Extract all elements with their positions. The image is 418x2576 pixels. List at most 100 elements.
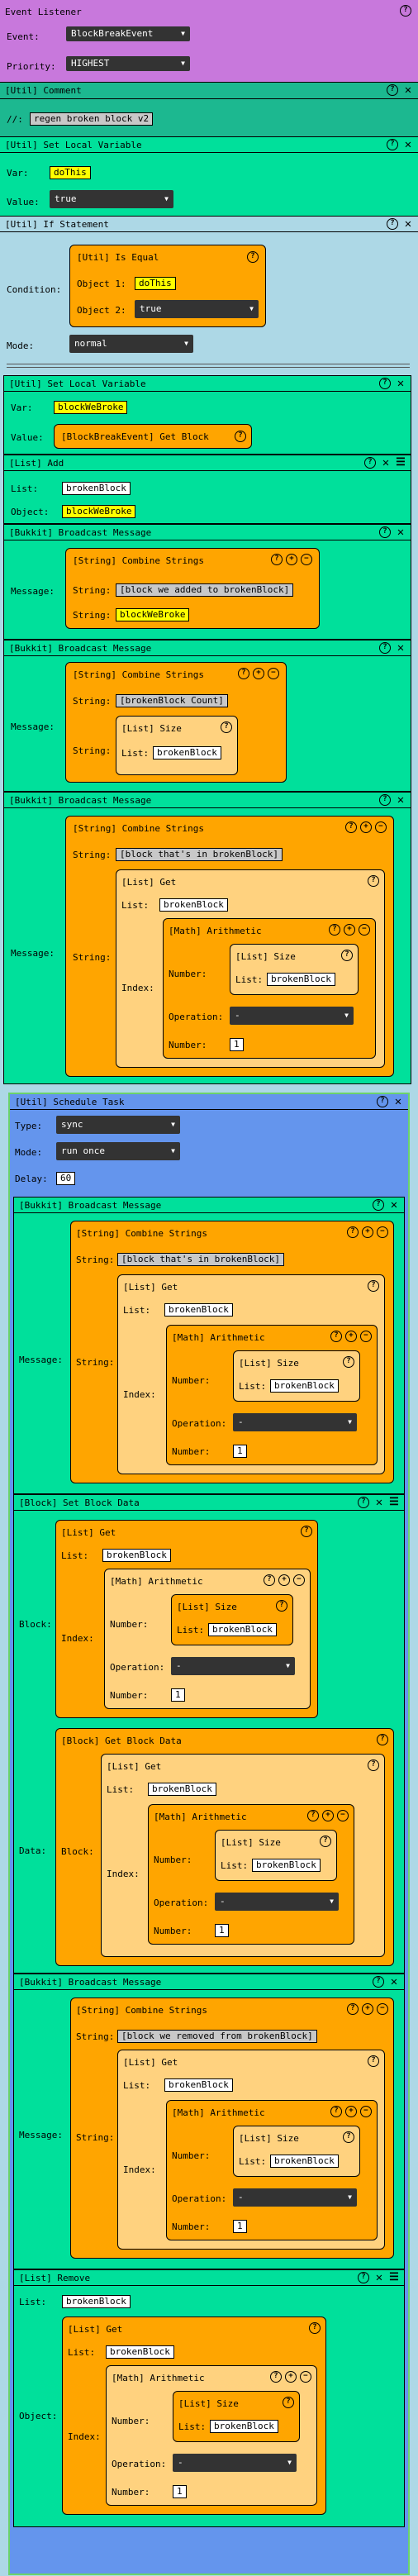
operation-select[interactable]: - ▼ [230,1007,354,1025]
help-icon[interactable]: ? [379,378,391,389]
help-icon[interactable]: ? [387,84,398,96]
add-icon[interactable]: + [278,1574,290,1586]
remove-icon[interactable]: − [377,1226,388,1238]
remove-icon[interactable]: − [301,554,312,565]
string-input[interactable]: [block we removed from brokenBlock] [117,2030,317,2043]
add-icon[interactable]: + [362,2003,373,2015]
list-input[interactable]: brokenBlock [62,482,131,495]
list-input[interactable]: brokenBlock [164,1303,233,1317]
help-icon[interactable]: ? [343,1356,354,1368]
var-input[interactable]: doThis [50,166,91,179]
close-icon[interactable]: ✕ [403,218,413,230]
help-icon[interactable]: ? [364,457,376,469]
string-input[interactable]: [brokenBlock Count] [116,694,228,707]
help-icon[interactable]: ? [283,2397,294,2408]
list-input[interactable]: brokenBlock [252,1859,321,1872]
string-input[interactable]: [block we added to brokenBlock] [116,583,294,597]
comment-input[interactable]: regen broken block v2 [30,112,154,126]
help-icon[interactable]: ? [221,721,232,733]
close-icon[interactable]: ✕ [389,1976,399,1988]
close-icon[interactable]: ✕ [381,457,391,469]
priority-select[interactable]: HIGHEST ▼ [66,56,190,71]
close-icon[interactable]: ✕ [374,1497,384,1508]
close-icon[interactable]: ✕ [396,642,406,654]
var-input[interactable]: blockWeBroke [54,401,128,414]
menu-icon[interactable]: ☰ [389,2272,399,2283]
remove-icon[interactable]: − [293,1574,305,1586]
help-icon[interactable]: ? [301,1526,312,1537]
help-icon[interactable]: ? [377,1734,388,1745]
help-icon[interactable]: ? [379,794,391,806]
help-icon[interactable]: ? [238,668,249,679]
close-icon[interactable]: ✕ [396,378,406,389]
string-input[interactable]: [block that's in brokenBlock] [117,1253,285,1266]
help-icon[interactable]: ? [358,2272,369,2283]
close-icon[interactable]: ✕ [396,526,406,538]
list-input[interactable]: brokenBlock [210,2420,278,2433]
object-input[interactable]: blockWeBroke [62,505,136,518]
help-icon[interactable]: ? [343,2131,354,2143]
help-icon[interactable]: ? [377,1096,388,1107]
mode-select[interactable]: normal ▼ [69,335,193,353]
remove-icon[interactable]: − [360,1331,372,1342]
close-icon[interactable]: ✕ [403,139,413,150]
help-icon[interactable]: ? [373,1199,384,1211]
number-input[interactable]: 1 [233,1445,247,1458]
help-icon[interactable]: ? [387,218,398,230]
remove-icon[interactable]: − [377,2003,388,2015]
list-input[interactable]: brokenBlock [159,898,228,912]
operation-select[interactable]: - ▼ [173,2454,297,2472]
help-icon[interactable]: ? [235,431,246,442]
help-icon[interactable]: ? [368,2055,379,2067]
help-icon[interactable]: ? [387,139,398,150]
help-icon[interactable]: ? [276,1600,287,1612]
close-icon[interactable]: ✕ [389,1199,399,1211]
list-input[interactable]: brokenBlock [153,746,221,759]
add-icon[interactable]: + [285,2371,297,2383]
help-icon[interactable]: ? [320,1836,331,1847]
help-icon[interactable]: ? [379,642,391,654]
remove-icon[interactable]: − [268,668,279,679]
remove-icon[interactable]: − [337,1810,349,1821]
remove-icon[interactable]: − [359,924,370,936]
menu-icon[interactable]: ☰ [396,457,406,469]
help-icon[interactable]: ? [368,875,379,887]
list-input[interactable]: brokenBlock [270,2155,339,2168]
number-input[interactable]: 1 [171,1688,185,1702]
remove-icon[interactable]: − [360,2106,372,2117]
operation-select[interactable]: - ▼ [171,1657,295,1675]
add-icon[interactable]: + [345,1331,357,1342]
help-icon[interactable]: ? [379,526,391,538]
list-input[interactable]: brokenBlock [208,1623,277,1636]
number-input[interactable]: 1 [215,1924,229,1937]
list-input[interactable]: brokenBlock [270,1379,339,1393]
menu-icon[interactable]: ☰ [389,1497,399,1508]
help-icon[interactable]: ? [400,5,411,17]
string-input[interactable]: blockWeBroke [116,608,190,621]
help-icon[interactable]: ? [330,1331,342,1342]
help-icon[interactable]: ? [247,251,259,263]
add-icon[interactable]: + [253,668,264,679]
add-icon[interactable]: + [286,554,297,565]
add-icon[interactable]: + [360,821,372,833]
help-icon[interactable]: ? [345,821,357,833]
help-icon[interactable]: ? [358,1497,369,1508]
add-icon[interactable]: + [362,1226,373,1238]
number-input[interactable]: 1 [233,2220,247,2233]
list-input[interactable]: brokenBlock [148,1783,216,1796]
help-icon[interactable]: ? [309,2322,321,2334]
number-input[interactable]: 1 [230,1038,244,1051]
close-icon[interactable]: ✕ [393,1096,403,1107]
operation-select[interactable]: - ▼ [233,2188,357,2207]
add-icon[interactable]: + [344,924,355,936]
mode-select[interactable]: run once ▼ [56,1142,180,1160]
help-icon[interactable]: ? [307,1810,319,1821]
help-icon[interactable]: ? [270,2371,282,2383]
list-input[interactable]: brokenBlock [102,1549,171,1562]
list-input[interactable]: brokenBlock [62,2295,131,2308]
value-select[interactable]: true ▼ [50,190,173,208]
help-icon[interactable]: ? [368,1759,379,1771]
add-icon[interactable]: + [345,2106,357,2117]
list-input[interactable]: brokenBlock [164,2078,233,2092]
help-icon[interactable]: ? [329,924,340,936]
